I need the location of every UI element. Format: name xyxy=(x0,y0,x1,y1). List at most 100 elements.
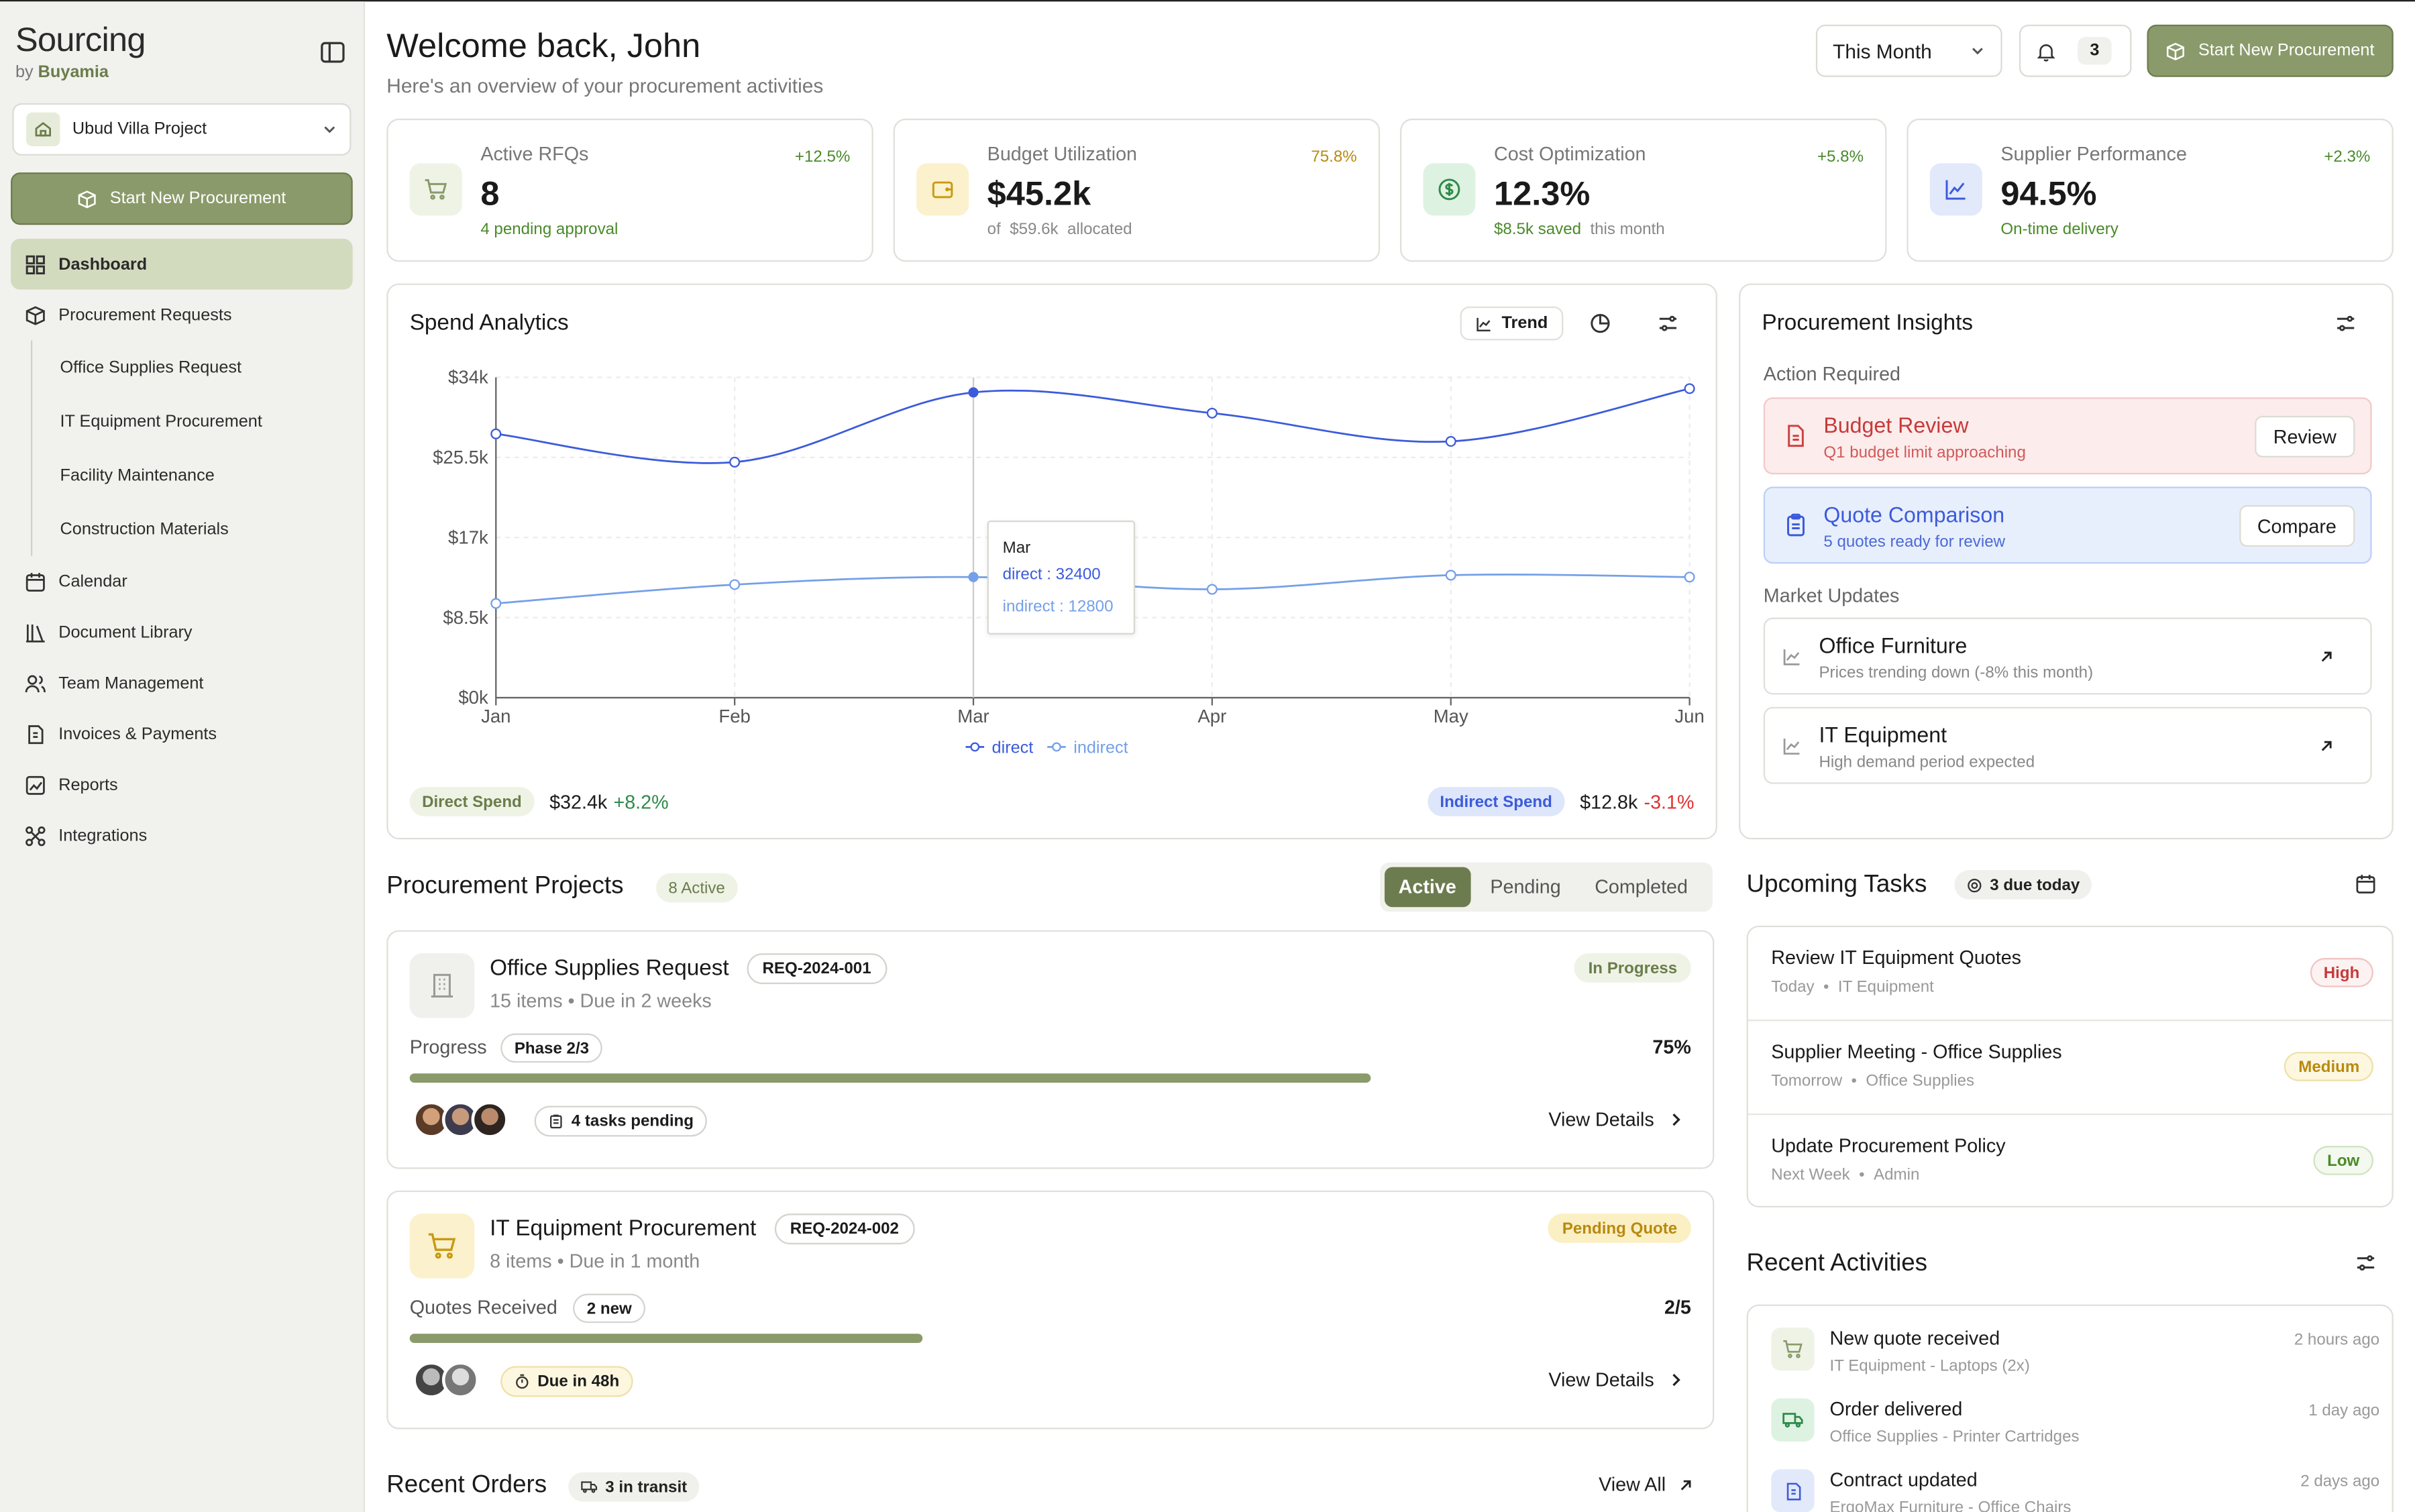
market-update-subtitle: High demand period expected xyxy=(1819,753,2035,772)
view-details-link[interactable]: View Details xyxy=(1548,1369,1682,1391)
progress-bar xyxy=(409,1073,1691,1083)
chevron-down-icon xyxy=(1972,48,1983,55)
stat-saved: $8.5k saved xyxy=(1494,220,1582,239)
period-select[interactable]: This Month xyxy=(1815,24,2002,77)
start-procurement-button[interactable]: Start New Procurement xyxy=(2147,24,2394,77)
x-tick-label: May xyxy=(1434,706,1468,726)
trend-toggle-button[interactable]: Trend xyxy=(1460,306,1564,341)
arrow-up-right-icon xyxy=(1680,1479,1690,1490)
settings-sliders-icon[interactable] xyxy=(2346,1243,2386,1283)
view-all-orders-link[interactable]: View All xyxy=(1599,1474,1692,1495)
dollar-icon xyxy=(1423,163,1476,216)
activity-item[interactable]: Order delivered Office Supplies - Printe… xyxy=(1771,1392,2379,1460)
market-update-it-equipment[interactable]: IT Equipment High demand period expected xyxy=(1763,706,2372,784)
sidebar-subitem-it-equipment[interactable]: IT Equipment Procurement xyxy=(60,394,353,448)
market-updates-label: Market Updates xyxy=(1763,585,1900,607)
progress-value: 75% xyxy=(1652,1036,1691,1059)
settings-sliders-icon[interactable] xyxy=(1648,303,1688,343)
indirect-spend-badge: Indirect Spend xyxy=(1428,787,1565,816)
sidebar-item-reports[interactable]: Reports xyxy=(11,759,353,810)
pie-chart-icon[interactable] xyxy=(1580,303,1621,343)
sidebar-item-label: Integrations xyxy=(58,826,148,845)
cart-icon xyxy=(409,1213,475,1279)
stat-card-supplier-performance: Supplier Performance 94.5% On-time deliv… xyxy=(1907,118,2394,262)
sidebar-item-team-management[interactable]: Team Management xyxy=(11,657,353,708)
activity-item[interactable]: Contract updated ErgoMax Furniture - Off… xyxy=(1771,1463,2379,1512)
y-tick-label: $34k xyxy=(448,367,488,388)
market-update-office-furniture[interactable]: Office Furniture Prices trending down (-… xyxy=(1763,617,2372,695)
file-alert-icon xyxy=(1788,425,1804,447)
y-tick-label: $0k xyxy=(458,687,488,708)
stat-value: 8 xyxy=(480,174,500,213)
sidebar-start-procurement-button[interactable]: Start New Procurement xyxy=(11,172,353,225)
sidebar-toggle-icon[interactable] xyxy=(319,38,346,66)
tab-pending[interactable]: Pending xyxy=(1477,867,1575,908)
receipt-icon xyxy=(25,723,46,745)
sidebar-item-dashboard[interactable]: Dashboard xyxy=(11,238,353,290)
sidebar-subitem-construction-materials[interactable]: Construction Materials xyxy=(60,502,353,555)
recent-activities-title: Recent Activities xyxy=(1746,1250,1928,1277)
sidebar-item-invoices[interactable]: Invoices & Payments xyxy=(11,708,353,759)
stat-sub-prefix: of xyxy=(987,220,1001,239)
avatar[interactable] xyxy=(471,1101,508,1138)
project-selector[interactable]: Ubud Villa Project xyxy=(12,103,352,156)
activity-subtitle: IT Equipment - Laptops (2x) xyxy=(1829,1356,2030,1376)
project-name[interactable]: IT Equipment Procurement xyxy=(490,1217,756,1242)
budget-review-alert: Budget Review Q1 budget limit approachin… xyxy=(1763,397,2372,475)
budget-review-subtitle: Q1 budget limit approaching xyxy=(1823,443,2026,462)
quotes-value: 2/5 xyxy=(1664,1297,1691,1319)
settings-sliders-icon[interactable] xyxy=(2326,303,2366,343)
phase-badge: Phase 2/3 xyxy=(500,1033,603,1063)
tasks-pending-label: 4 tasks pending xyxy=(571,1112,694,1131)
sidebar-item-document-library[interactable]: Document Library xyxy=(11,607,353,658)
avatar[interactable] xyxy=(441,1361,480,1399)
task-category: Office Supplies xyxy=(1866,1071,1975,1091)
procurement-projects-title: Procurement Projects xyxy=(386,873,624,900)
chart-icon xyxy=(25,774,46,796)
home-icon xyxy=(26,112,60,147)
tasks-pending-badge: 4 tasks pending xyxy=(534,1105,708,1137)
brand-company: Buyamia xyxy=(38,63,109,82)
line-chart-icon xyxy=(1477,317,1491,331)
spend-analytics-title: Spend Analytics xyxy=(409,311,569,336)
stat-value: $45.2k xyxy=(987,174,1091,213)
project-tabs: Active Pending Completed xyxy=(1380,862,1713,912)
sidebar-subitem-office-supplies[interactable]: Office Supplies Request xyxy=(60,340,353,394)
task-row[interactable]: Review IT Equipment Quotes Today • IT Eq… xyxy=(1748,927,2392,1022)
market-update-title: IT Equipment xyxy=(1819,722,1947,747)
recent-orders-title: Recent Orders xyxy=(386,1472,547,1499)
y-tick-label: $25.5k xyxy=(433,447,488,468)
activity-title: New quote received xyxy=(1829,1328,2000,1350)
stat-card-budget-utilization: Budget Utilization $45.2k of $59.6k allo… xyxy=(893,118,1381,262)
sidebar-item-calendar[interactable]: Calendar xyxy=(11,556,353,607)
x-tick-label: Apr xyxy=(1197,706,1226,726)
data-point-indirect xyxy=(729,579,741,590)
start-procurement-label: Start New Procurement xyxy=(2198,41,2375,60)
in-transit-label: 3 in transit xyxy=(605,1477,688,1497)
view-details-link[interactable]: View Details xyxy=(1548,1109,1682,1130)
bell-icon xyxy=(2037,43,2055,61)
priority-badge: Medium xyxy=(2284,1052,2373,1081)
tab-completed[interactable]: Completed xyxy=(1581,867,1702,908)
stat-subtext: $8.5k saved this month xyxy=(1494,220,1665,239)
package-icon xyxy=(78,190,97,208)
activity-item[interactable]: New quote received IT Equipment - Laptop… xyxy=(1771,1321,2379,1389)
chevron-right-icon xyxy=(1672,1373,1680,1387)
sidebar-item-integrations[interactable]: Integrations xyxy=(11,810,353,861)
project-name[interactable]: Office Supplies Request xyxy=(490,957,729,981)
compare-button[interactable]: Compare xyxy=(2239,505,2355,547)
stat-subtext: On-time delivery xyxy=(2000,220,2118,239)
sidebar-subitem-facility-maintenance[interactable]: Facility Maintenance xyxy=(60,448,353,502)
calendar-icon[interactable] xyxy=(2346,864,2386,904)
sidebar-item-procurement-requests[interactable]: Procurement Requests xyxy=(11,290,353,341)
task-row[interactable]: Supplier Meeting - Office Supplies Tomor… xyxy=(1748,1021,2392,1116)
tab-active[interactable]: Active xyxy=(1385,867,1470,908)
notifications-button[interactable]: 3 xyxy=(2019,24,2132,77)
review-button[interactable]: Review xyxy=(2255,415,2355,457)
task-row[interactable]: Update Procurement Policy Next Week • Ad… xyxy=(1748,1115,2392,1205)
direct-spend-value: $32.4k xyxy=(549,790,608,813)
task-meta: Next Week • Admin xyxy=(1771,1165,1920,1185)
active-projects-badge: 8 Active xyxy=(656,873,738,903)
data-point-indirect xyxy=(968,572,979,582)
procurement-insights-card: Procurement Insights Action Required Bud… xyxy=(1739,283,2394,840)
